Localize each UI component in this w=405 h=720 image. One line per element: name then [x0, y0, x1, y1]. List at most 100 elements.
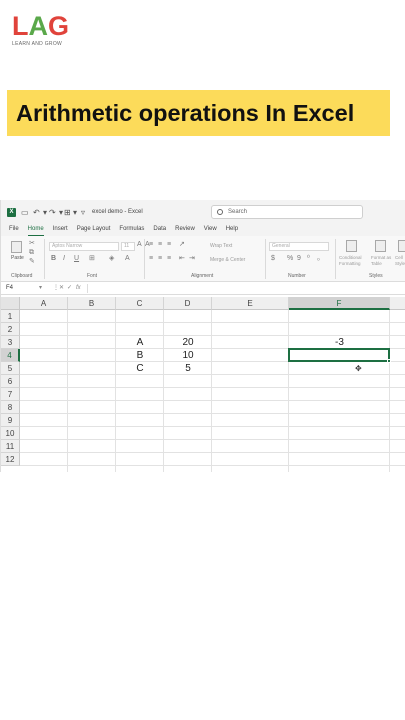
cut-icon[interactable]: ✂ [29, 240, 35, 248]
autosave-toggle-icon[interactable]: ▭ [21, 208, 29, 217]
tab-formulas[interactable]: Formulas [119, 225, 144, 236]
column-header-e[interactable]: E [212, 297, 289, 310]
row-header-2[interactable]: 2 [1, 323, 20, 336]
tab-data[interactable]: Data [153, 225, 166, 236]
cell-c4[interactable]: B [116, 349, 164, 362]
copy-icon[interactable]: ⧉ [29, 249, 34, 257]
fill-handle[interactable] [387, 359, 391, 363]
decrease-decimal-icon[interactable]: ₀ [317, 255, 320, 263]
column-header-a[interactable]: A [20, 297, 68, 310]
insert-function-icon[interactable]: fx [76, 284, 81, 293]
increase-decimal-icon[interactable]: ⁰ [307, 255, 310, 263]
align-top-icon[interactable]: ≡ [149, 241, 153, 249]
column-header-c[interactable]: C [116, 297, 164, 310]
grid-line [20, 439, 405, 440]
row-header-10[interactable]: 10 [1, 427, 20, 440]
align-middle-icon[interactable]: ≡ [158, 241, 162, 249]
grid-line [20, 452, 405, 453]
row-header-11[interactable]: 11 [1, 440, 20, 453]
row-header-5[interactable]: 5 [1, 362, 20, 375]
format-as-table-button[interactable]: Format as Table [371, 255, 393, 267]
percent-style-icon[interactable]: % [287, 255, 293, 263]
name-box-dropdown-icon[interactable]: ▾ [39, 284, 42, 293]
comma-style-icon[interactable]: 9 [297, 255, 301, 263]
cell-d3[interactable]: 20 [164, 336, 212, 349]
grid-line [115, 310, 116, 472]
font-name-select[interactable]: Aptos Narrow [49, 242, 119, 251]
tab-page-layout[interactable]: Page Layout [77, 225, 111, 236]
format-as-table-icon[interactable] [375, 240, 386, 252]
align-bottom-icon[interactable]: ≡ [167, 241, 171, 249]
accounting-format-icon[interactable]: $ [271, 255, 275, 263]
cell-styles-button[interactable]: Cell Styles [395, 255, 405, 267]
excel-app-icon: X [7, 208, 16, 217]
undo-dropdown-icon[interactable]: ▾ [43, 208, 47, 217]
formula-divider [87, 284, 88, 293]
row-header-12[interactable]: 12 [1, 453, 20, 466]
row-header-8[interactable]: 8 [1, 401, 20, 414]
paste-button[interactable]: Paste [11, 255, 24, 261]
cell-styles-icon[interactable] [398, 240, 405, 252]
format-painter-icon[interactable]: ✎ [29, 258, 35, 266]
grid-line [211, 310, 212, 472]
font-size-select[interactable]: 11 [121, 242, 135, 251]
conditional-formatting-icon[interactable] [346, 240, 357, 252]
paste-icon[interactable] [11, 241, 22, 253]
ribbon: Paste ✂ ⧉ ✎ Clipboard Aptos Narrow 11 A … [1, 236, 405, 282]
wrap-text-button[interactable]: Wrap Text [210, 243, 232, 249]
group-clipboard-label: Clipboard [11, 273, 33, 279]
font-color-icon[interactable]: A [125, 255, 130, 263]
increase-indent-icon[interactable]: ⇥ [189, 255, 195, 263]
redo-dropdown-icon[interactable]: ▾ [59, 208, 63, 217]
conditional-formatting-button[interactable]: Conditional Formatting [339, 255, 369, 267]
search-placeholder: Search [228, 209, 248, 215]
borders-icon[interactable]: ⊞ [89, 255, 95, 263]
row-header-3[interactable]: 3 [1, 336, 20, 349]
align-center-icon[interactable]: ≡ [158, 255, 162, 263]
underline-icon[interactable]: U [74, 255, 79, 263]
search-input[interactable]: Search [211, 205, 363, 219]
bold-icon[interactable]: B [51, 255, 56, 263]
redo-icon[interactable]: ↷ [49, 208, 56, 217]
column-header-f[interactable]: F [289, 297, 390, 310]
tab-help[interactable]: Help [226, 225, 238, 236]
tab-view[interactable]: View [204, 225, 217, 236]
row-header-6[interactable]: 6 [1, 375, 20, 388]
cancel-icon[interactable]: ✕ [59, 284, 64, 293]
merge-center-button[interactable]: Merge & Center [210, 257, 245, 263]
column-header-g[interactable] [390, 297, 405, 310]
cell-d5[interactable]: 5 [164, 362, 212, 375]
active-cell-f4[interactable] [288, 348, 390, 362]
orientation-icon[interactable]: ↗ [179, 241, 185, 249]
row-header-1[interactable]: 1 [1, 310, 20, 323]
tab-insert[interactable]: Insert [53, 225, 68, 236]
align-right-icon[interactable]: ≡ [167, 255, 171, 263]
row-header-7[interactable]: 7 [1, 388, 20, 401]
column-header-d[interactable]: D [164, 297, 212, 310]
group-styles-label: Styles [369, 273, 383, 279]
column-header-b[interactable]: B [68, 297, 116, 310]
quick-access-icon[interactable]: ⊞ [64, 208, 71, 217]
quick-access-dropdown-icon[interactable]: ▾ [73, 208, 77, 217]
increase-font-icon[interactable]: A [137, 241, 142, 249]
decrease-indent-icon[interactable]: ⇤ [179, 255, 185, 263]
tab-home[interactable]: Home [27, 225, 44, 236]
enter-icon[interactable]: ✓ [67, 284, 72, 293]
fill-color-icon[interactable]: ◈ [109, 255, 114, 263]
tab-review[interactable]: Review [175, 225, 195, 236]
customize-toolbar-icon[interactable]: ▿ [81, 208, 85, 217]
grid-line [20, 413, 405, 414]
cell-d4[interactable]: 10 [164, 349, 212, 362]
cell-c5[interactable]: C [116, 362, 164, 375]
select-all-corner[interactable] [1, 297, 20, 310]
row-header-4[interactable]: 4 [1, 349, 20, 362]
row-header-9[interactable]: 9 [1, 414, 20, 427]
number-format-select[interactable]: General [269, 242, 329, 251]
align-left-icon[interactable]: ≡ [149, 255, 153, 263]
tab-file[interactable]: File [9, 225, 19, 236]
italic-icon[interactable]: I [63, 255, 65, 263]
grid-line [389, 310, 390, 472]
spreadsheet-grid[interactable]: A B C D E F 1 2 3 4 5 6 7 8 9 10 11 12 A… [1, 297, 405, 472]
undo-icon[interactable]: ↶ [33, 208, 40, 217]
cell-c3[interactable]: A [116, 336, 164, 349]
